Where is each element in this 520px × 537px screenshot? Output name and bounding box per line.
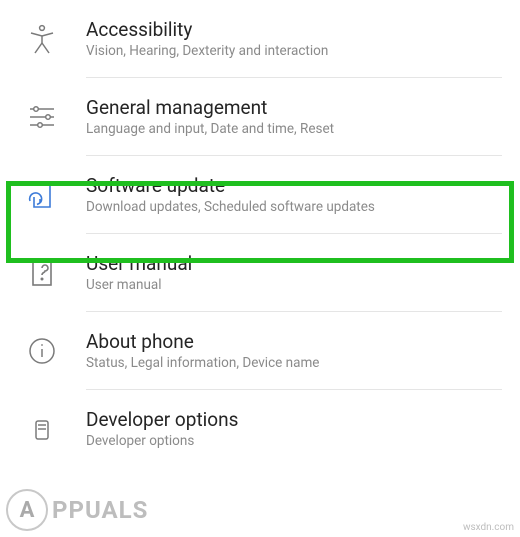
sliders-icon: [24, 99, 60, 135]
settings-item-text: Accessibility Vision, Hearing, Dexterity…: [86, 18, 502, 59]
settings-item-text: General management Language and input, D…: [86, 96, 502, 137]
settings-item-subtitle: User manual: [86, 277, 502, 293]
settings-item-accessibility[interactable]: Accessibility Vision, Hearing, Dexterity…: [0, 0, 520, 77]
update-icon: [24, 177, 60, 213]
settings-item-general-management[interactable]: General management Language and input, D…: [0, 78, 520, 155]
watermark-text: PPUALS: [52, 496, 148, 524]
settings-list: Accessibility Vision, Hearing, Dexterity…: [0, 0, 520, 467]
settings-item-developer-options[interactable]: Developer options Developer options: [0, 390, 520, 467]
settings-item-title: Software update: [86, 174, 502, 197]
developer-icon: [24, 411, 60, 447]
watermark: A PPUALS: [6, 489, 148, 531]
settings-item-title: General management: [86, 96, 502, 119]
accessibility-icon: [24, 21, 60, 57]
settings-item-title: Developer options: [86, 408, 502, 431]
settings-item-subtitle: Status, Legal information, Device name: [86, 355, 502, 371]
credit-text: wsxdn.com: [463, 522, 514, 533]
settings-item-title: Accessibility: [86, 18, 502, 41]
settings-item-text: About phone Status, Legal information, D…: [86, 330, 502, 371]
settings-item-text: Developer options Developer options: [86, 408, 502, 449]
settings-item-text: Software update Download updates, Schedu…: [86, 174, 502, 215]
settings-item-subtitle: Vision, Hearing, Dexterity and interacti…: [86, 43, 502, 59]
manual-icon: [24, 255, 60, 291]
settings-item-about-phone[interactable]: About phone Status, Legal information, D…: [0, 312, 520, 389]
settings-item-subtitle: Language and input, Date and time, Reset: [86, 121, 502, 137]
settings-item-software-update[interactable]: Software update Download updates, Schedu…: [0, 156, 520, 233]
watermark-logo: A: [6, 489, 48, 531]
settings-item-user-manual[interactable]: User manual User manual: [0, 234, 520, 311]
settings-item-subtitle: Developer options: [86, 433, 502, 449]
settings-item-title: User manual: [86, 252, 502, 275]
settings-item-subtitle: Download updates, Scheduled software upd…: [86, 199, 502, 215]
info-icon: [24, 333, 60, 369]
settings-item-title: About phone: [86, 330, 502, 353]
settings-item-text: User manual User manual: [86, 252, 502, 293]
